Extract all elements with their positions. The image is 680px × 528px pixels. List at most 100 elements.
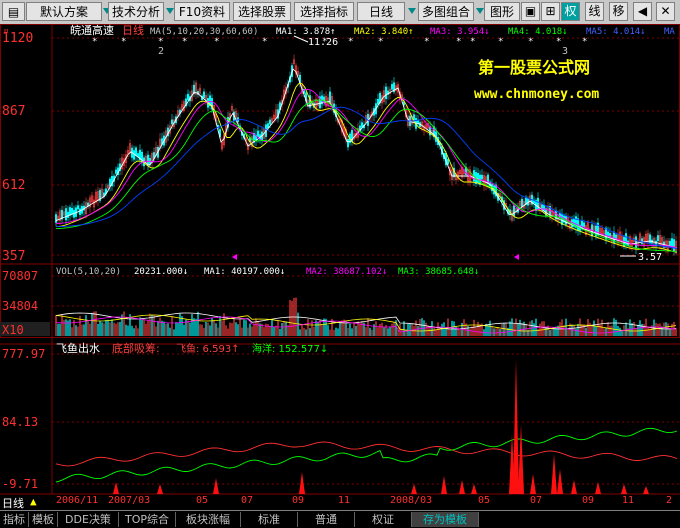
square-icon[interactable]: ▣ xyxy=(521,2,540,21)
plus-icon[interactable]: ⊞ xyxy=(541,2,560,21)
dropdown-arrow-icon[interactable] xyxy=(476,8,484,14)
indicator-spike xyxy=(551,454,557,494)
volume-bar xyxy=(629,319,631,336)
date-axis-period: 日线 xyxy=(2,497,24,510)
indicator-spike xyxy=(411,484,417,494)
indicator-spike xyxy=(441,476,447,494)
date-tick-label: 11 xyxy=(622,495,635,506)
tab-warrant[interactable]: 权证 xyxy=(355,512,412,527)
select-indicator-button[interactable]: 选择指标 xyxy=(294,2,354,21)
candle-body xyxy=(71,207,73,215)
volume-bar xyxy=(319,320,321,336)
volume-bar xyxy=(527,329,529,336)
candle-body xyxy=(649,234,651,244)
volume-bar xyxy=(263,327,265,336)
volume-bar xyxy=(613,318,615,336)
volume-bar xyxy=(119,321,121,336)
tab-standard[interactable]: 标准 xyxy=(241,512,298,527)
wave-mark: 3 xyxy=(562,46,568,57)
volume-bar xyxy=(627,327,629,336)
volume-bar xyxy=(271,320,273,336)
volume-bars xyxy=(55,297,677,336)
volume-bar xyxy=(75,325,77,336)
volume-bar xyxy=(99,321,101,336)
volume-bar xyxy=(393,322,395,336)
f10-button[interactable]: F10资料 xyxy=(174,2,230,21)
volume-bar xyxy=(327,325,329,336)
candle-body xyxy=(571,219,573,228)
volume-bar xyxy=(267,324,269,336)
dropdown-arrow-icon[interactable] xyxy=(408,8,416,14)
volume-bar xyxy=(155,326,157,336)
daily-button[interactable]: 日线 xyxy=(357,2,405,21)
volume-bar xyxy=(135,325,137,336)
volume-bar xyxy=(215,323,217,336)
close-icon[interactable]: ✕ xyxy=(656,2,675,21)
volume-bar xyxy=(183,324,185,336)
volume-bar xyxy=(103,323,105,336)
dropdown-arrow-icon[interactable] xyxy=(166,8,174,14)
volume-bar xyxy=(111,319,113,336)
candle-body xyxy=(657,235,659,242)
tab-save-template[interactable]: 存为模板 xyxy=(412,512,479,527)
volume-bar xyxy=(619,327,621,336)
indicator-spike xyxy=(621,484,627,494)
volume-bar xyxy=(637,324,639,336)
tab-normal[interactable]: 普通 xyxy=(298,512,355,527)
svg-text:*: * xyxy=(92,37,97,47)
volume-bar xyxy=(307,319,309,336)
volume-bar xyxy=(197,311,199,336)
ma1-value: MA1: 3.878↑ xyxy=(276,27,336,37)
overlay-button[interactable]: 图形叠 xyxy=(484,2,520,21)
kline-chart[interactable]: 1120 867 612 357 70807 34804 X10 777.97 … xyxy=(0,24,680,495)
volume-bar xyxy=(525,324,527,336)
volume-bar xyxy=(283,321,285,336)
select-stock-button[interactable]: 选择股票 xyxy=(233,2,291,21)
weight-icon[interactable]: 权 xyxy=(561,2,580,21)
volume-bar xyxy=(353,322,355,336)
left-arrow-icon[interactable]: ◀ xyxy=(633,2,652,21)
volume-bar xyxy=(55,314,57,336)
volume-bar xyxy=(101,322,103,336)
volume-bar xyxy=(517,323,519,336)
volume-bar xyxy=(131,325,133,336)
default-scheme-button[interactable]: 默认方案 xyxy=(26,2,102,21)
date-tick-label: 05 xyxy=(478,495,491,506)
tab-template[interactable]: 模板 xyxy=(29,512,58,527)
volume-bar xyxy=(647,326,649,336)
volume-bar xyxy=(179,313,181,336)
tab-indicator[interactable]: 指标 xyxy=(0,512,29,527)
tab-sector[interactable]: 板块涨幅 xyxy=(176,512,241,527)
move-icon[interactable]: 移 xyxy=(609,2,628,21)
date-tick-label: 2 xyxy=(666,495,673,506)
volume-bar xyxy=(181,316,183,336)
volume-bar xyxy=(601,319,603,336)
volume-bar xyxy=(345,323,347,336)
volume-bar xyxy=(563,325,565,336)
indicator-spike xyxy=(471,484,477,494)
svg-text:*: * xyxy=(262,37,267,47)
candle-body xyxy=(635,236,637,249)
indicator-spike xyxy=(513,359,519,494)
tab-dde[interactable]: DDE决策 xyxy=(58,512,119,527)
volume-bar xyxy=(125,324,127,336)
date-tick-label: 07 xyxy=(530,495,543,506)
candle-body xyxy=(67,211,69,218)
multi-chart-button[interactable]: 多图组合 xyxy=(418,2,474,21)
volume-bar xyxy=(199,324,201,336)
volume-bar xyxy=(217,327,219,336)
line-icon[interactable]: 线 xyxy=(585,2,604,21)
menu-icon[interactable]: ▤ xyxy=(2,2,25,21)
tab-top[interactable]: TOP综合 xyxy=(119,512,176,527)
volume-bar xyxy=(147,320,149,336)
candle-body xyxy=(477,172,479,184)
volume-bar xyxy=(221,320,223,336)
volume-bar xyxy=(121,314,123,336)
volume-bar xyxy=(635,328,637,336)
tech-analysis-button[interactable]: 技术分析 xyxy=(108,2,164,21)
volume-bar xyxy=(473,319,475,336)
volume-bar xyxy=(459,328,461,336)
volume-bar xyxy=(347,327,349,336)
indicator-spike xyxy=(595,482,601,494)
volume-bar xyxy=(235,322,237,336)
